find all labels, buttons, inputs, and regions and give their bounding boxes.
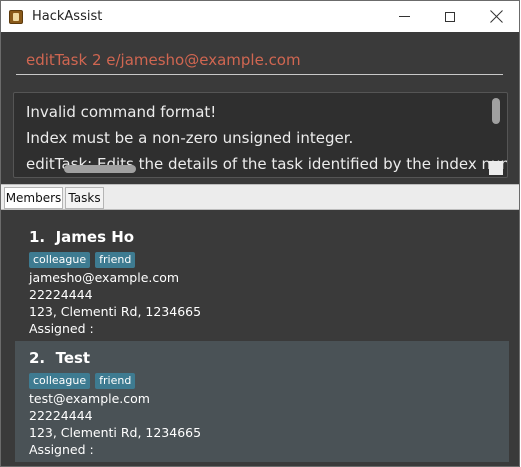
tag-list: colleague friend — [29, 252, 136, 268]
app-window: HackAssist editTask 2 e/jamesho@example.… — [0, 0, 520, 467]
member-index: 1. — [29, 228, 46, 246]
member-name: 1. James Ho — [29, 228, 134, 246]
result-line: Invalid command format! — [26, 103, 217, 121]
member-name: 2. Test — [29, 349, 90, 367]
scroll-corner — [489, 161, 503, 175]
vertical-scrollbar[interactable] — [492, 98, 500, 124]
maximize-icon — [445, 11, 455, 22]
maximize-button[interactable] — [427, 1, 473, 32]
result-display[interactable]: Invalid command format! Index must be a … — [13, 92, 508, 178]
window-title: HackAssist — [32, 9, 103, 24]
title-bar: HackAssist — [1, 1, 519, 32]
command-input[interactable]: editTask 2 e/jamesho@example.com — [16, 48, 503, 75]
member-name-text: James Ho — [55, 228, 135, 246]
tag-list: colleague friend — [29, 373, 136, 389]
member-assigned: Assigned : — [29, 442, 94, 457]
member-address: 123, Clementi Rd, 1234665 — [29, 304, 202, 319]
member-card[interactable]: 1. James Ho colleague friend jamesho@exa… — [15, 220, 509, 341]
tab-members[interactable]: Members — [4, 187, 63, 209]
result-line: editTask: Edits the details of the task … — [26, 155, 508, 173]
member-email: test@example.com — [29, 391, 150, 406]
result-line: Index must be a non-zero unsigned intege… — [26, 129, 354, 147]
close-icon — [490, 10, 503, 23]
member-assigned: Assigned : — [29, 321, 94, 336]
horizontal-scrollbar[interactable] — [64, 165, 136, 173]
member-email: jamesho@example.com — [29, 270, 180, 285]
member-name-text: Test — [55, 349, 91, 367]
minimize-button[interactable] — [381, 1, 427, 32]
tab-bar: Members Tasks — [1, 184, 519, 210]
close-button[interactable] — [473, 1, 519, 32]
minimize-icon — [398, 16, 410, 17]
tab-tasks[interactable]: Tasks — [65, 187, 104, 209]
member-list: 1. James Ho colleague friend jamesho@exa… — [1, 210, 519, 466]
command-box: editTask 2 e/jamesho@example.com — [1, 32, 519, 86]
tag: friend — [95, 373, 136, 389]
tag: colleague — [29, 373, 91, 389]
app-icon — [9, 10, 23, 24]
tag: colleague — [29, 252, 91, 268]
member-index: 2. — [29, 349, 46, 367]
tag: friend — [95, 252, 136, 268]
member-phone: 22224444 — [29, 408, 93, 423]
member-address: 123, Clementi Rd, 1234665 — [29, 425, 202, 440]
member-phone: 22224444 — [29, 287, 93, 302]
member-card-selected[interactable]: 2. Test colleague friend test@example.co… — [15, 341, 509, 462]
